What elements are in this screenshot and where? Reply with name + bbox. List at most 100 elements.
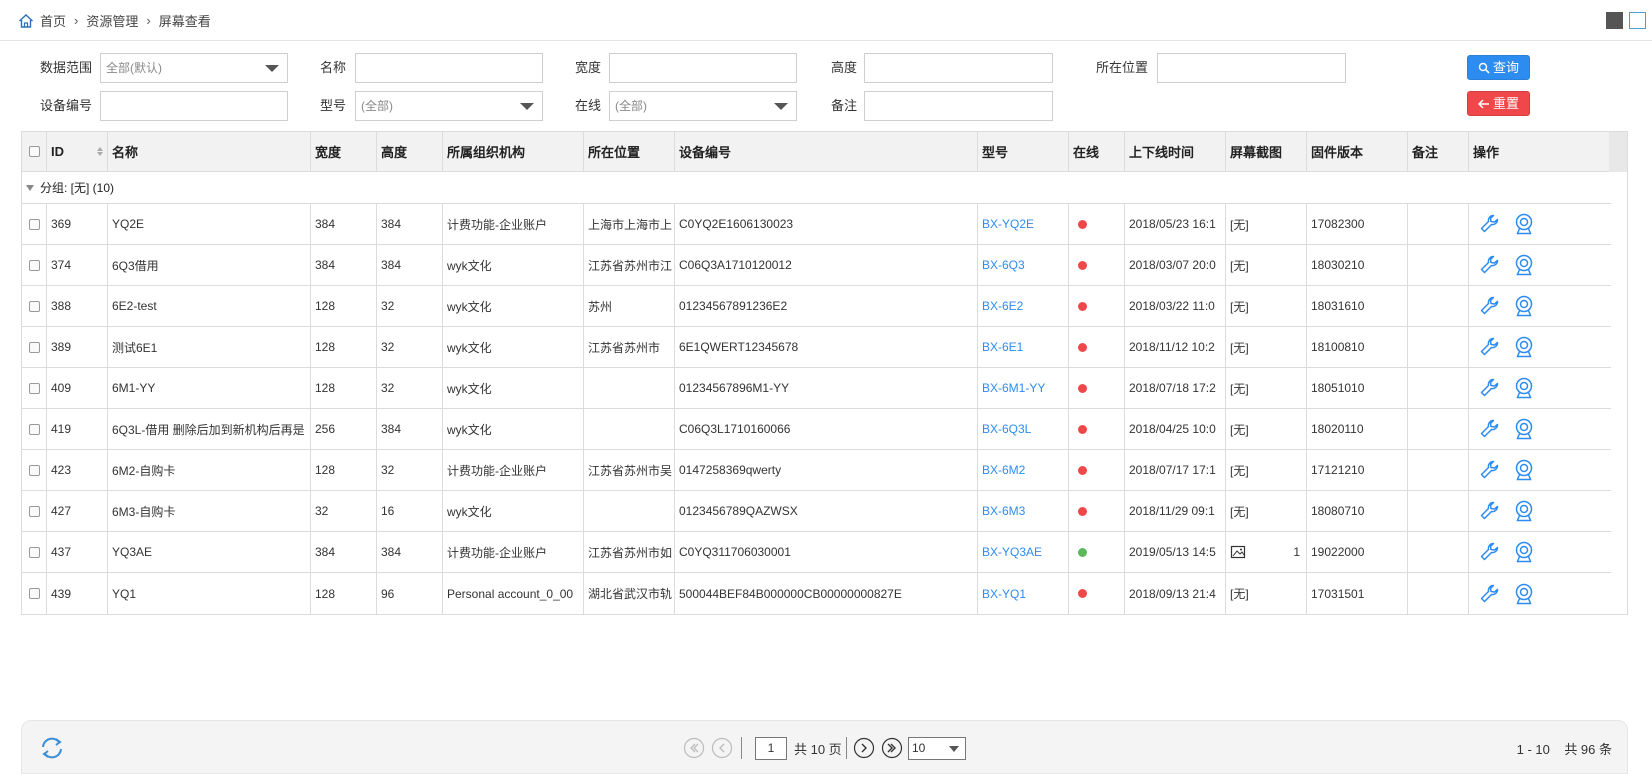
screenshot-text[interactable]: [无] [1230, 380, 1249, 397]
col-time[interactable]: 上下线时间 [1125, 132, 1226, 171]
home-icon[interactable] [18, 13, 34, 29]
breadcrumb-resource[interactable]: 资源管理 [86, 11, 138, 30]
sort-icon[interactable] [97, 147, 103, 156]
row-checkbox[interactable] [29, 505, 40, 517]
table-row[interactable]: 374 6Q3借用 384 384 wyk文化 江苏省苏州市江 C06Q3A17101200… [22, 245, 1611, 286]
last-page-icon[interactable] [881, 737, 903, 759]
note-input[interactable] [864, 91, 1053, 121]
page-number-input[interactable]: 1 [755, 737, 787, 760]
list-view-icon[interactable] [1629, 12, 1646, 29]
col-screenshot[interactable]: 屏幕截图 [1226, 132, 1307, 171]
wrench-icon[interactable] [1479, 295, 1501, 317]
screenshot-text[interactable]: [无] [1230, 585, 1249, 602]
model-link[interactable]: BX-YQ1 [982, 587, 1026, 601]
model-link[interactable]: BX-6M2 [982, 463, 1025, 477]
width-input[interactable] [609, 53, 797, 83]
col-firmware[interactable]: 固件版本 [1307, 132, 1408, 171]
row-checkbox[interactable] [29, 423, 40, 435]
row-checkbox[interactable] [29, 300, 40, 312]
webcam-icon[interactable] [1513, 541, 1535, 563]
wrench-icon[interactable] [1479, 541, 1501, 563]
col-height[interactable]: 高度 [377, 132, 443, 171]
model-select[interactable]: (全部) [355, 91, 543, 121]
table-row[interactable]: 427 6M3-自购卡 32 16 wyk文化 0123456789QAZWSX BX-6M… [22, 491, 1611, 532]
webcam-icon[interactable] [1513, 295, 1535, 317]
col-location[interactable]: 所在位置 [584, 132, 675, 171]
screenshot-text[interactable]: [无] [1230, 257, 1249, 274]
query-button[interactable]: 查询 [1467, 55, 1530, 80]
table-row[interactable]: 423 6M2-自购卡 128 32 计费功能-企业账户 江苏省苏州市吴 014725836… [22, 450, 1611, 491]
table-row[interactable]: 409 6M1-YY 128 32 wyk文化 01234567896M1-YY BX-6M… [22, 368, 1611, 409]
table-row[interactable]: 389 测试6E1 128 32 wyk文化 江苏省苏州市 6E1QWERT12345678… [22, 327, 1611, 368]
screenshot-text[interactable]: [无] [1230, 462, 1249, 479]
col-width[interactable]: 宽度 [311, 132, 377, 171]
col-model[interactable]: 型号 [978, 132, 1069, 171]
image-icon[interactable] [1230, 544, 1246, 560]
wrench-icon[interactable] [1479, 418, 1501, 440]
wrench-icon[interactable] [1479, 213, 1501, 235]
table-row[interactable]: 419 6Q3L-借用 删除后加到新机构后再是 256 384 wyk文化 C06Q3L1… [22, 409, 1611, 450]
row-checkbox[interactable] [29, 588, 40, 599]
model-link[interactable]: BX-YQ3AE [982, 545, 1042, 559]
prev-page-icon[interactable] [711, 737, 733, 759]
table-row[interactable]: 439 YQ1 128 96 Personal account_0_00 湖北省武汉市轨 5… [22, 573, 1611, 614]
wrench-icon[interactable] [1479, 500, 1501, 522]
table-row[interactable]: 437 YQ3AE 384 384 计费功能-企业账户 江苏省苏州市如 C0YQ311706… [22, 532, 1611, 573]
row-checkbox[interactable] [29, 259, 40, 271]
height-input[interactable] [864, 53, 1053, 83]
row-checkbox[interactable] [29, 382, 40, 394]
webcam-icon[interactable] [1513, 459, 1535, 481]
screenshot-text[interactable]: [无] [1230, 298, 1249, 315]
refresh-icon[interactable] [39, 735, 65, 761]
device-no-input[interactable] [100, 91, 288, 121]
breadcrumb-home[interactable]: 首页 [40, 11, 66, 30]
page-size-select[interactable]: 10 [908, 737, 966, 760]
next-page-icon[interactable] [853, 737, 875, 759]
model-link[interactable]: BX-6E2 [982, 299, 1023, 313]
webcam-icon[interactable] [1513, 418, 1535, 440]
col-org[interactable]: 所属组织机构 [443, 132, 584, 171]
row-checkbox[interactable] [29, 546, 40, 558]
wrench-icon[interactable] [1479, 336, 1501, 358]
table-row[interactable]: 369 YQ2E 384 384 计费功能-企业账户 上海市上海市上 C0YQ2E16061… [22, 204, 1611, 245]
col-device-no[interactable]: 设备编号 [675, 132, 978, 171]
model-link[interactable]: BX-6Q3L [982, 422, 1031, 436]
model-link[interactable]: BX-6Q3 [982, 258, 1025, 272]
screenshot-text[interactable]: [无] [1230, 503, 1249, 520]
webcam-icon[interactable] [1513, 377, 1535, 399]
model-link[interactable]: BX-6M1-YY [982, 381, 1045, 395]
name-input[interactable] [355, 53, 543, 83]
webcam-icon[interactable] [1513, 500, 1535, 522]
reset-button[interactable]: 重置 [1467, 91, 1530, 116]
wrench-icon[interactable] [1479, 377, 1501, 399]
webcam-icon[interactable] [1513, 254, 1535, 276]
row-checkbox[interactable] [29, 218, 40, 230]
screenshot-link[interactable]: 1 [1230, 544, 1306, 560]
grid-view-icon[interactable] [1606, 12, 1623, 29]
col-online[interactable]: 在线 [1069, 132, 1125, 171]
row-checkbox[interactable] [29, 464, 40, 476]
col-name[interactable]: 名称 [108, 132, 311, 171]
webcam-icon[interactable] [1513, 583, 1535, 605]
first-page-icon[interactable] [683, 737, 705, 759]
col-id[interactable]: ID [47, 132, 108, 171]
col-note[interactable]: 备注 [1408, 132, 1469, 171]
model-link[interactable]: BX-6M3 [982, 504, 1025, 518]
webcam-icon[interactable] [1513, 336, 1535, 358]
location-input[interactable] [1157, 53, 1346, 83]
screenshot-text[interactable]: [无] [1230, 216, 1249, 233]
table-row[interactable]: 388 6E2-test 128 32 wyk文化 苏州 01234567891236E2 B… [22, 286, 1611, 327]
webcam-icon[interactable] [1513, 213, 1535, 235]
wrench-icon[interactable] [1479, 459, 1501, 481]
model-link[interactable]: BX-6E1 [982, 340, 1023, 354]
collapse-triangle-icon[interactable] [26, 184, 34, 191]
group-row[interactable]: 分组: [无] (10) [22, 172, 1611, 204]
scope-select[interactable]: 全部(默认) [100, 53, 288, 83]
online-select[interactable]: (全部) [609, 91, 797, 121]
wrench-icon[interactable] [1479, 254, 1501, 276]
row-checkbox[interactable] [29, 341, 40, 353]
select-all-checkbox[interactable] [29, 146, 40, 157]
model-link[interactable]: BX-YQ2E [982, 217, 1034, 231]
wrench-icon[interactable] [1479, 583, 1501, 605]
screenshot-text[interactable]: [无] [1230, 421, 1249, 438]
